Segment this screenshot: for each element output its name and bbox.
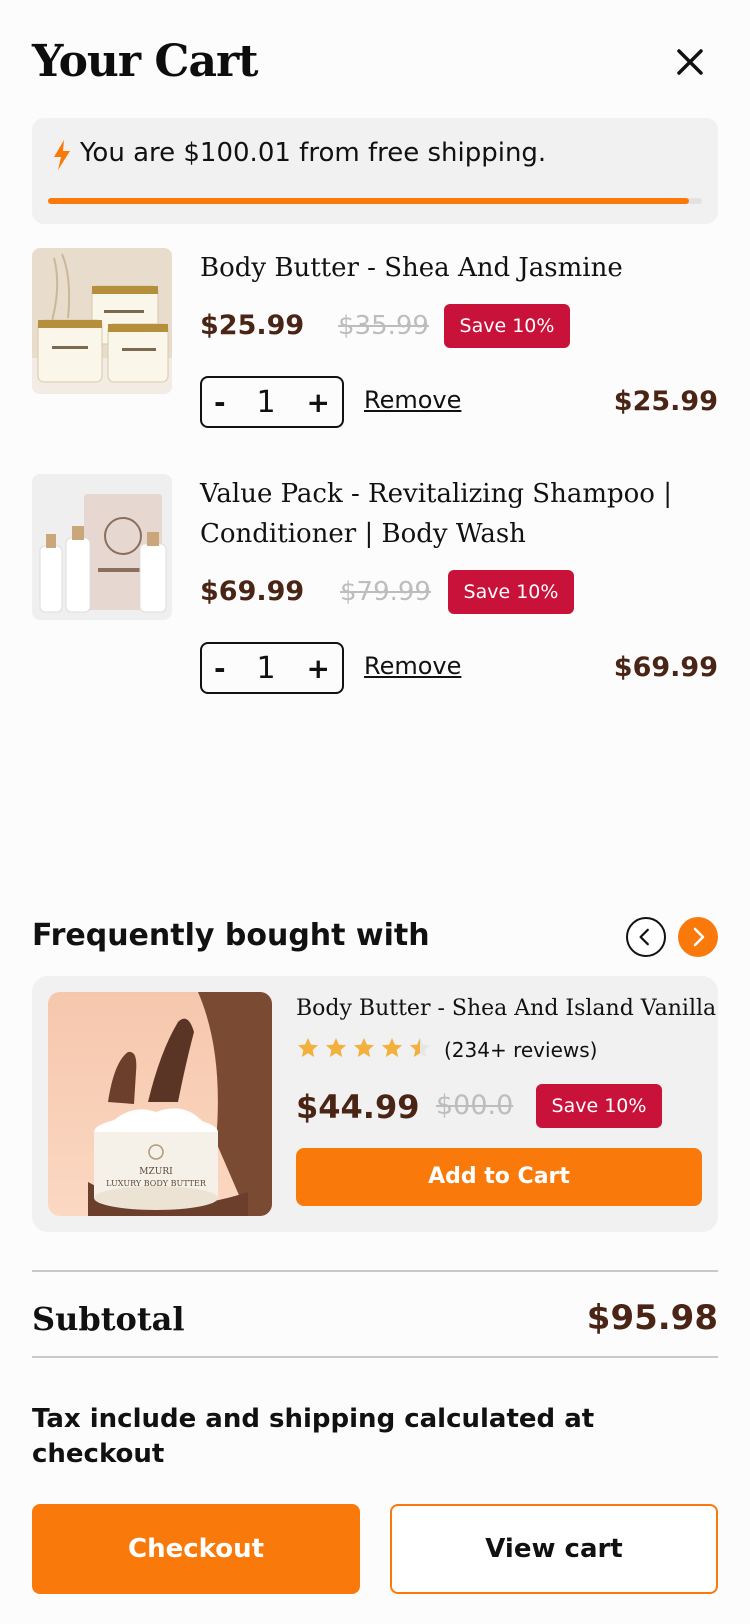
add-to-cart-button[interactable]: Add to Cart [296,1148,702,1206]
product-price: $25.99 [200,310,305,341]
increase-quantity-button[interactable]: + [307,386,330,419]
increase-quantity-button[interactable]: + [307,652,330,685]
carousel-prev-button[interactable] [626,917,666,957]
cart-item: Body Butter - Shea And Jasmine $25.99 $3… [32,248,718,438]
review-count: (234+ reviews) [444,1038,598,1062]
rating-stars [296,1036,432,1060]
remove-button[interactable]: Remove [364,386,461,414]
product-image[interactable] [32,248,172,394]
discount-badge: Save 10% [444,304,570,348]
line-total: $69.99 [613,652,718,683]
decrease-quantity-button[interactable]: - [214,652,226,685]
cart-item: Value Pack - Revitalizing Shampoo | Cond… [32,474,718,704]
free-shipping-message: You are $100.01 from free shipping. [80,138,547,168]
remove-button[interactable]: Remove [364,652,461,680]
upsell-title: Frequently bought with [32,918,430,953]
shipping-progress-bar [48,198,702,204]
subtotal-label: Subtotal [32,1300,185,1338]
upsell-discount-badge: Save 10% [536,1084,662,1128]
product-name-line: Conditioner | Body Wash [200,519,526,549]
chevron-right-icon [693,927,705,947]
divider [32,1270,718,1272]
product-image[interactable] [32,474,172,620]
quantity-value[interactable]: 1 [257,651,276,686]
free-shipping-banner: You are $100.01 from free shipping. [32,118,718,224]
product-name-line: Value Pack - Revitalizing Shampoo | [200,479,672,509]
shipping-progress-fill [48,198,689,204]
view-cart-button[interactable]: View cart [390,1504,718,1594]
star-icon [326,1038,346,1057]
tax-shipping-note: Tax include and shipping calculated at c… [32,1404,595,1469]
star-icon [410,1038,430,1057]
quantity-value[interactable]: 1 [257,385,276,420]
quantity-stepper: - 1 + [200,642,344,694]
checkout-button[interactable]: Checkout [32,1504,360,1594]
star-icon [382,1038,402,1057]
cart-header: Your Cart [32,32,718,92]
jar-brand-text: MZURI [139,1167,173,1177]
product-name[interactable]: Body Butter - Shea And Jasmine [200,248,700,288]
compare-price: $79.99 [340,577,431,607]
star-icon [354,1038,374,1057]
close-icon[interactable] [674,46,706,78]
upsell-product-price: $44.99 [296,1088,420,1126]
lightning-icon [54,140,70,170]
star-icon [298,1038,318,1057]
page-title: Your Cart [32,36,258,87]
upsell-product-name[interactable]: Body Butter - Shea And Island Vanilla [296,996,716,1021]
upsell-product-card: MZURI LUXURY BODY BUTTER Body Butter - S… [32,976,718,1232]
jar-label-text: LUXURY BODY BUTTER [106,1179,207,1188]
product-price: $69.99 [200,576,305,607]
decrease-quantity-button[interactable]: - [214,386,226,419]
quantity-stepper: - 1 + [200,376,344,428]
discount-badge: Save 10% [448,570,574,614]
product-name[interactable]: Value Pack - Revitalizing Shampoo | Cond… [200,474,700,554]
compare-price: $35.99 [338,311,429,341]
carousel-next-button[interactable] [678,917,718,957]
subtotal-value: $95.98 [586,1298,718,1338]
upsell-product-image[interactable]: MZURI LUXURY BODY BUTTER [48,992,272,1216]
chevron-left-icon [639,928,649,946]
line-total: $25.99 [613,386,718,417]
upsell-compare-price: $00.0 [436,1090,514,1121]
divider [32,1356,718,1358]
